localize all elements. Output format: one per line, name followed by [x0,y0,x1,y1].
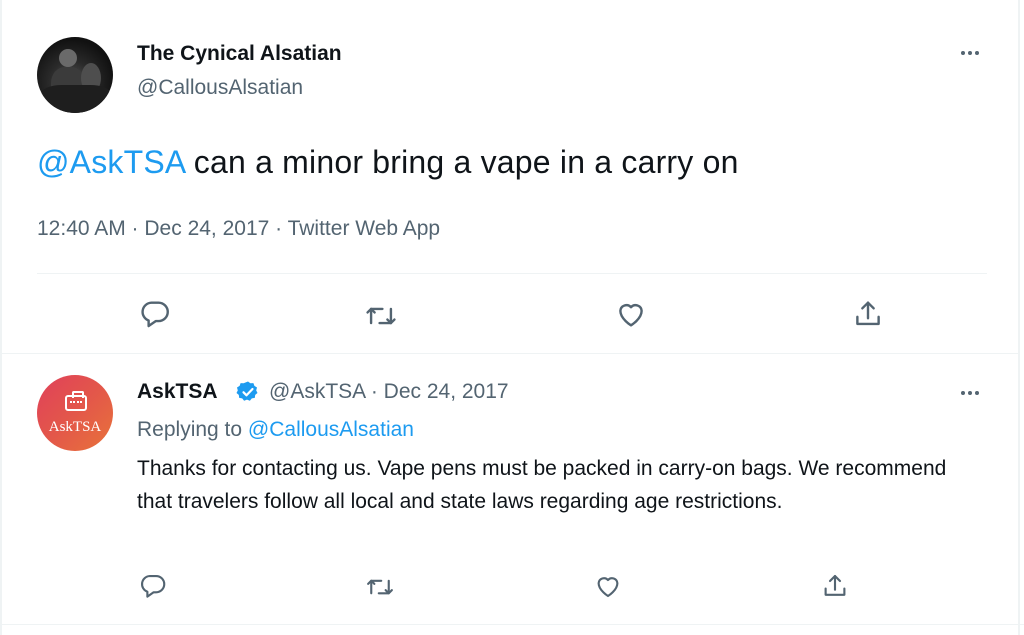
retweet-icon[interactable] [360,567,400,607]
author-handle[interactable]: @CallousAlsatian [137,76,303,100]
divider [37,273,987,274]
share-icon[interactable] [848,294,888,334]
share-icon[interactable] [815,566,855,606]
timeline-border-bottom [0,624,1024,625]
tweet-text: @AskTSA can a minor bring a vape in a ca… [37,144,739,181]
more-horizontal-icon[interactable] [955,380,985,406]
tweet-body: can a minor bring a vape in a carry on [184,144,739,180]
timeline-border-right [1018,0,1020,635]
more-horizontal-icon[interactable] [955,40,985,66]
reply-text: Thanks for contacting us. Vape pens must… [137,457,947,513]
retweet-icon[interactable] [361,296,401,336]
reply-author-name[interactable]: AskTSA [137,380,218,404]
like-icon[interactable] [611,294,651,334]
replying-to-label: Replying to [137,418,248,441]
mention-link[interactable]: @AskTSA [37,144,185,180]
author-avatar[interactable] [37,37,113,113]
replying-to-line: Replying to @CallousAlsatian [137,418,414,442]
replying-to-link[interactable]: @CallousAlsatian [248,418,414,441]
tweet-timestamp[interactable]: 12:40 AM · Dec 24, 2017 · Twitter Web Ap… [37,217,440,241]
asktsa-avatar[interactable]: AskTSA [37,375,113,451]
reply-icon[interactable] [133,566,173,606]
like-icon[interactable] [588,566,628,606]
briefcase-icon [65,391,87,411]
divider [0,353,1018,354]
verified-badge-icon [236,380,260,404]
reply-icon[interactable] [135,294,175,334]
timeline-border-left [0,0,2,635]
author-name[interactable]: The Cynical Alsatian [137,42,342,66]
reply-handle-date[interactable]: @AskTSA · Dec 24, 2017 [269,380,509,404]
avatar-logo-text: AskTSA [48,419,102,435]
